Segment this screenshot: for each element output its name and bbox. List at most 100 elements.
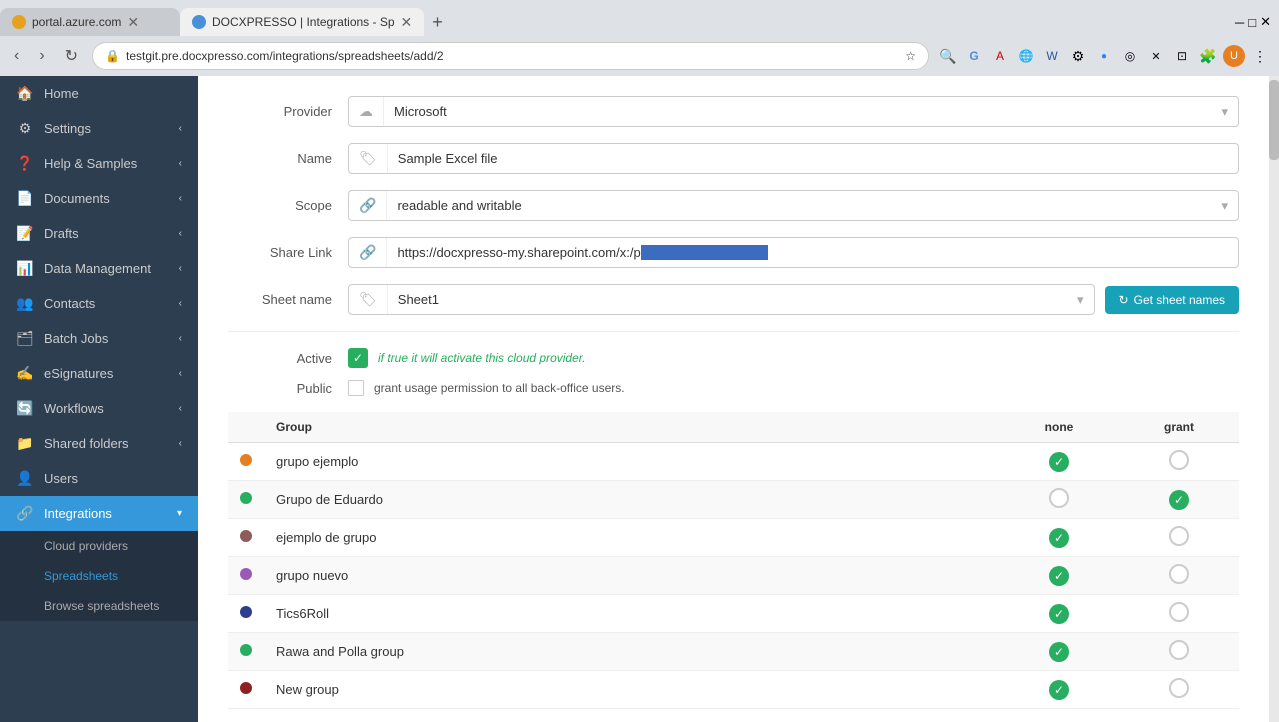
extension-jira[interactable]: ● bbox=[1093, 45, 1115, 67]
browser-window: portal.azure.com ✕ DOCXPRESSO | Integrat… bbox=[0, 0, 1279, 722]
sidebar-item-integrations[interactable]: 🔗 Integrations ▾ bbox=[0, 496, 198, 531]
grant-cell[interactable] bbox=[1119, 557, 1239, 595]
extension-chrome[interactable]: 🌐 bbox=[1015, 45, 1037, 67]
sidebar-workflows-label: Workflows bbox=[44, 401, 104, 416]
none-radio-checked[interactable]: ✓ bbox=[1049, 566, 1069, 586]
profile-avatar[interactable]: U bbox=[1223, 45, 1245, 67]
scope-select[interactable]: readable and writable readable only bbox=[387, 192, 1211, 219]
none-radio-unchecked[interactable] bbox=[1049, 488, 1069, 508]
provider-select[interactable]: Microsoft Google bbox=[384, 98, 1211, 125]
extension-cast[interactable]: ⊡ bbox=[1171, 45, 1193, 67]
extension-circle[interactable]: ◎ bbox=[1119, 45, 1141, 67]
grant-radio-unchecked[interactable] bbox=[1169, 526, 1189, 546]
grant-cell[interactable] bbox=[1119, 443, 1239, 481]
back-button[interactable]: ‹ bbox=[8, 45, 25, 67]
public-checkbox[interactable] bbox=[348, 380, 364, 396]
group-color-dot bbox=[228, 595, 264, 633]
new-tab-button[interactable]: + bbox=[424, 8, 451, 36]
group-color-dot bbox=[228, 443, 264, 481]
sidebar-item-workflows[interactable]: 🔄 Workflows ‹ bbox=[0, 391, 198, 426]
sidebar-item-batch-jobs[interactable]: 🗂 Batch Jobs ‹ bbox=[0, 321, 198, 356]
sidebar-batch-jobs-label: Batch Jobs bbox=[44, 331, 108, 346]
grant-radio-unchecked[interactable] bbox=[1169, 640, 1189, 660]
grant-cell[interactable] bbox=[1119, 519, 1239, 557]
sidebar-item-documents[interactable]: 📄 Documents ‹ bbox=[0, 181, 198, 216]
scope-arrow-icon: ▾ bbox=[1211, 192, 1238, 220]
url-box[interactable]: 🔒 testgit.pre.docxpresso.com/integration… bbox=[92, 42, 929, 70]
forward-button[interactable]: › bbox=[33, 45, 50, 67]
grant-radio-unchecked[interactable] bbox=[1169, 450, 1189, 470]
sidebar-item-help[interactable]: ❓ Help & Samples ‹ bbox=[0, 146, 198, 181]
extension-x[interactable]: ✕ bbox=[1145, 45, 1167, 67]
dot bbox=[240, 530, 252, 542]
grant-radio-checked[interactable]: ✓ bbox=[1169, 490, 1189, 510]
sidebar-item-shared-folders[interactable]: 📁 Shared folders ‹ bbox=[0, 426, 198, 461]
group-color-dot bbox=[228, 557, 264, 595]
none-radio-checked[interactable]: ✓ bbox=[1049, 604, 1069, 624]
name-input[interactable] bbox=[388, 145, 1238, 172]
drafts-icon: 📝 bbox=[16, 225, 34, 242]
sidebar-item-home[interactable]: 🏠 Home bbox=[0, 76, 198, 111]
reload-button[interactable]: ↻ bbox=[59, 44, 84, 68]
none-cell[interactable]: ✓ bbox=[999, 443, 1119, 481]
sidebar-item-esignatures[interactable]: ✍ eSignatures ‹ bbox=[0, 356, 198, 391]
grant-cell[interactable] bbox=[1119, 671, 1239, 709]
provider-arrow-icon: ▾ bbox=[1211, 98, 1238, 126]
scrollbar[interactable] bbox=[1269, 76, 1279, 722]
none-cell[interactable]: ✓ bbox=[999, 633, 1119, 671]
contacts-icon: 👥 bbox=[16, 295, 34, 312]
table-row: Tics6Roll ✓ bbox=[228, 595, 1239, 633]
sidebar-item-users[interactable]: 👤 Users bbox=[0, 461, 198, 496]
extension-acrobat[interactable]: A bbox=[989, 45, 1011, 67]
tab-2[interactable]: DOCXPRESSO | Integrations - Sp ✕ bbox=[180, 8, 424, 36]
active-checkbox[interactable]: ✓ bbox=[348, 348, 368, 368]
none-radio-checked[interactable]: ✓ bbox=[1049, 452, 1069, 472]
extensions-puzzle[interactable]: 🧩 bbox=[1197, 45, 1219, 67]
workflows-chevron: ‹ bbox=[179, 403, 182, 414]
sidebar-item-contacts[interactable]: 👥 Contacts ‹ bbox=[0, 286, 198, 321]
sidebar-item-drafts[interactable]: 📝 Drafts ‹ bbox=[0, 216, 198, 251]
none-cell[interactable]: ✓ bbox=[999, 519, 1119, 557]
sidebar-item-settings[interactable]: ⚙ Settings ‹ bbox=[0, 111, 198, 146]
grant-cell[interactable]: ✓ bbox=[1119, 481, 1239, 519]
tab-1-close[interactable]: ✕ bbox=[127, 14, 139, 31]
none-cell[interactable] bbox=[999, 481, 1119, 519]
star-icon[interactable]: ☆ bbox=[905, 49, 916, 63]
grant-radio-unchecked[interactable] bbox=[1169, 678, 1189, 698]
grant-cell[interactable] bbox=[1119, 595, 1239, 633]
menu-button[interactable]: ⋮ bbox=[1249, 45, 1271, 67]
lock-icon: 🔒 bbox=[105, 49, 120, 63]
share-link-row: Share Link 🔗 https://docxpresso-my.share… bbox=[228, 237, 1239, 268]
tab-2-close[interactable]: ✕ bbox=[401, 14, 413, 31]
scrollbar-thumb[interactable] bbox=[1269, 80, 1279, 160]
grant-radio-unchecked[interactable] bbox=[1169, 602, 1189, 622]
sidebar-sub-spreadsheets[interactable]: Spreadsheets bbox=[0, 561, 198, 591]
tab-1[interactable]: portal.azure.com ✕ bbox=[0, 8, 180, 36]
table-row: ejemplo de grupo ✓ bbox=[228, 519, 1239, 557]
sidebar-sub-browse-spreadsheets[interactable]: Browse spreadsheets bbox=[0, 591, 198, 621]
dot bbox=[240, 454, 252, 466]
grant-cell[interactable] bbox=[1119, 633, 1239, 671]
name-control: 🏷 bbox=[348, 143, 1239, 174]
get-sheet-names-button[interactable]: ↻ Get sheet names bbox=[1105, 286, 1239, 314]
provider-control: ☁ Microsoft Google ▾ bbox=[348, 96, 1239, 127]
none-radio-checked[interactable]: ✓ bbox=[1049, 642, 1069, 662]
none-cell[interactable]: ✓ bbox=[999, 671, 1119, 709]
none-radio-checked[interactable]: ✓ bbox=[1049, 528, 1069, 548]
none-radio-checked[interactable]: ✓ bbox=[1049, 680, 1069, 700]
integrations-icon: 🔗 bbox=[16, 505, 34, 522]
grant-radio-unchecked[interactable] bbox=[1169, 564, 1189, 584]
search-icon[interactable]: 🔍 bbox=[937, 45, 959, 67]
sidebar-item-data-management[interactable]: 📊 Data Management ‹ bbox=[0, 251, 198, 286]
none-cell[interactable]: ✓ bbox=[999, 557, 1119, 595]
extension-g[interactable]: G bbox=[963, 45, 985, 67]
sheet-name-select[interactable]: Sheet1 bbox=[388, 286, 1067, 313]
name-label: Name bbox=[228, 151, 348, 166]
none-cell[interactable]: ✓ bbox=[999, 595, 1119, 633]
name-tag-icon: 🏷 bbox=[349, 144, 388, 173]
sidebar-sub-cloud-providers[interactable]: Cloud providers bbox=[0, 531, 198, 561]
extension-gear[interactable]: ⚙ bbox=[1067, 45, 1089, 67]
dot bbox=[240, 606, 252, 618]
sheet-input-group: 🏷 Sheet1 ▾ bbox=[348, 284, 1095, 315]
extension-w[interactable]: W bbox=[1041, 45, 1063, 67]
